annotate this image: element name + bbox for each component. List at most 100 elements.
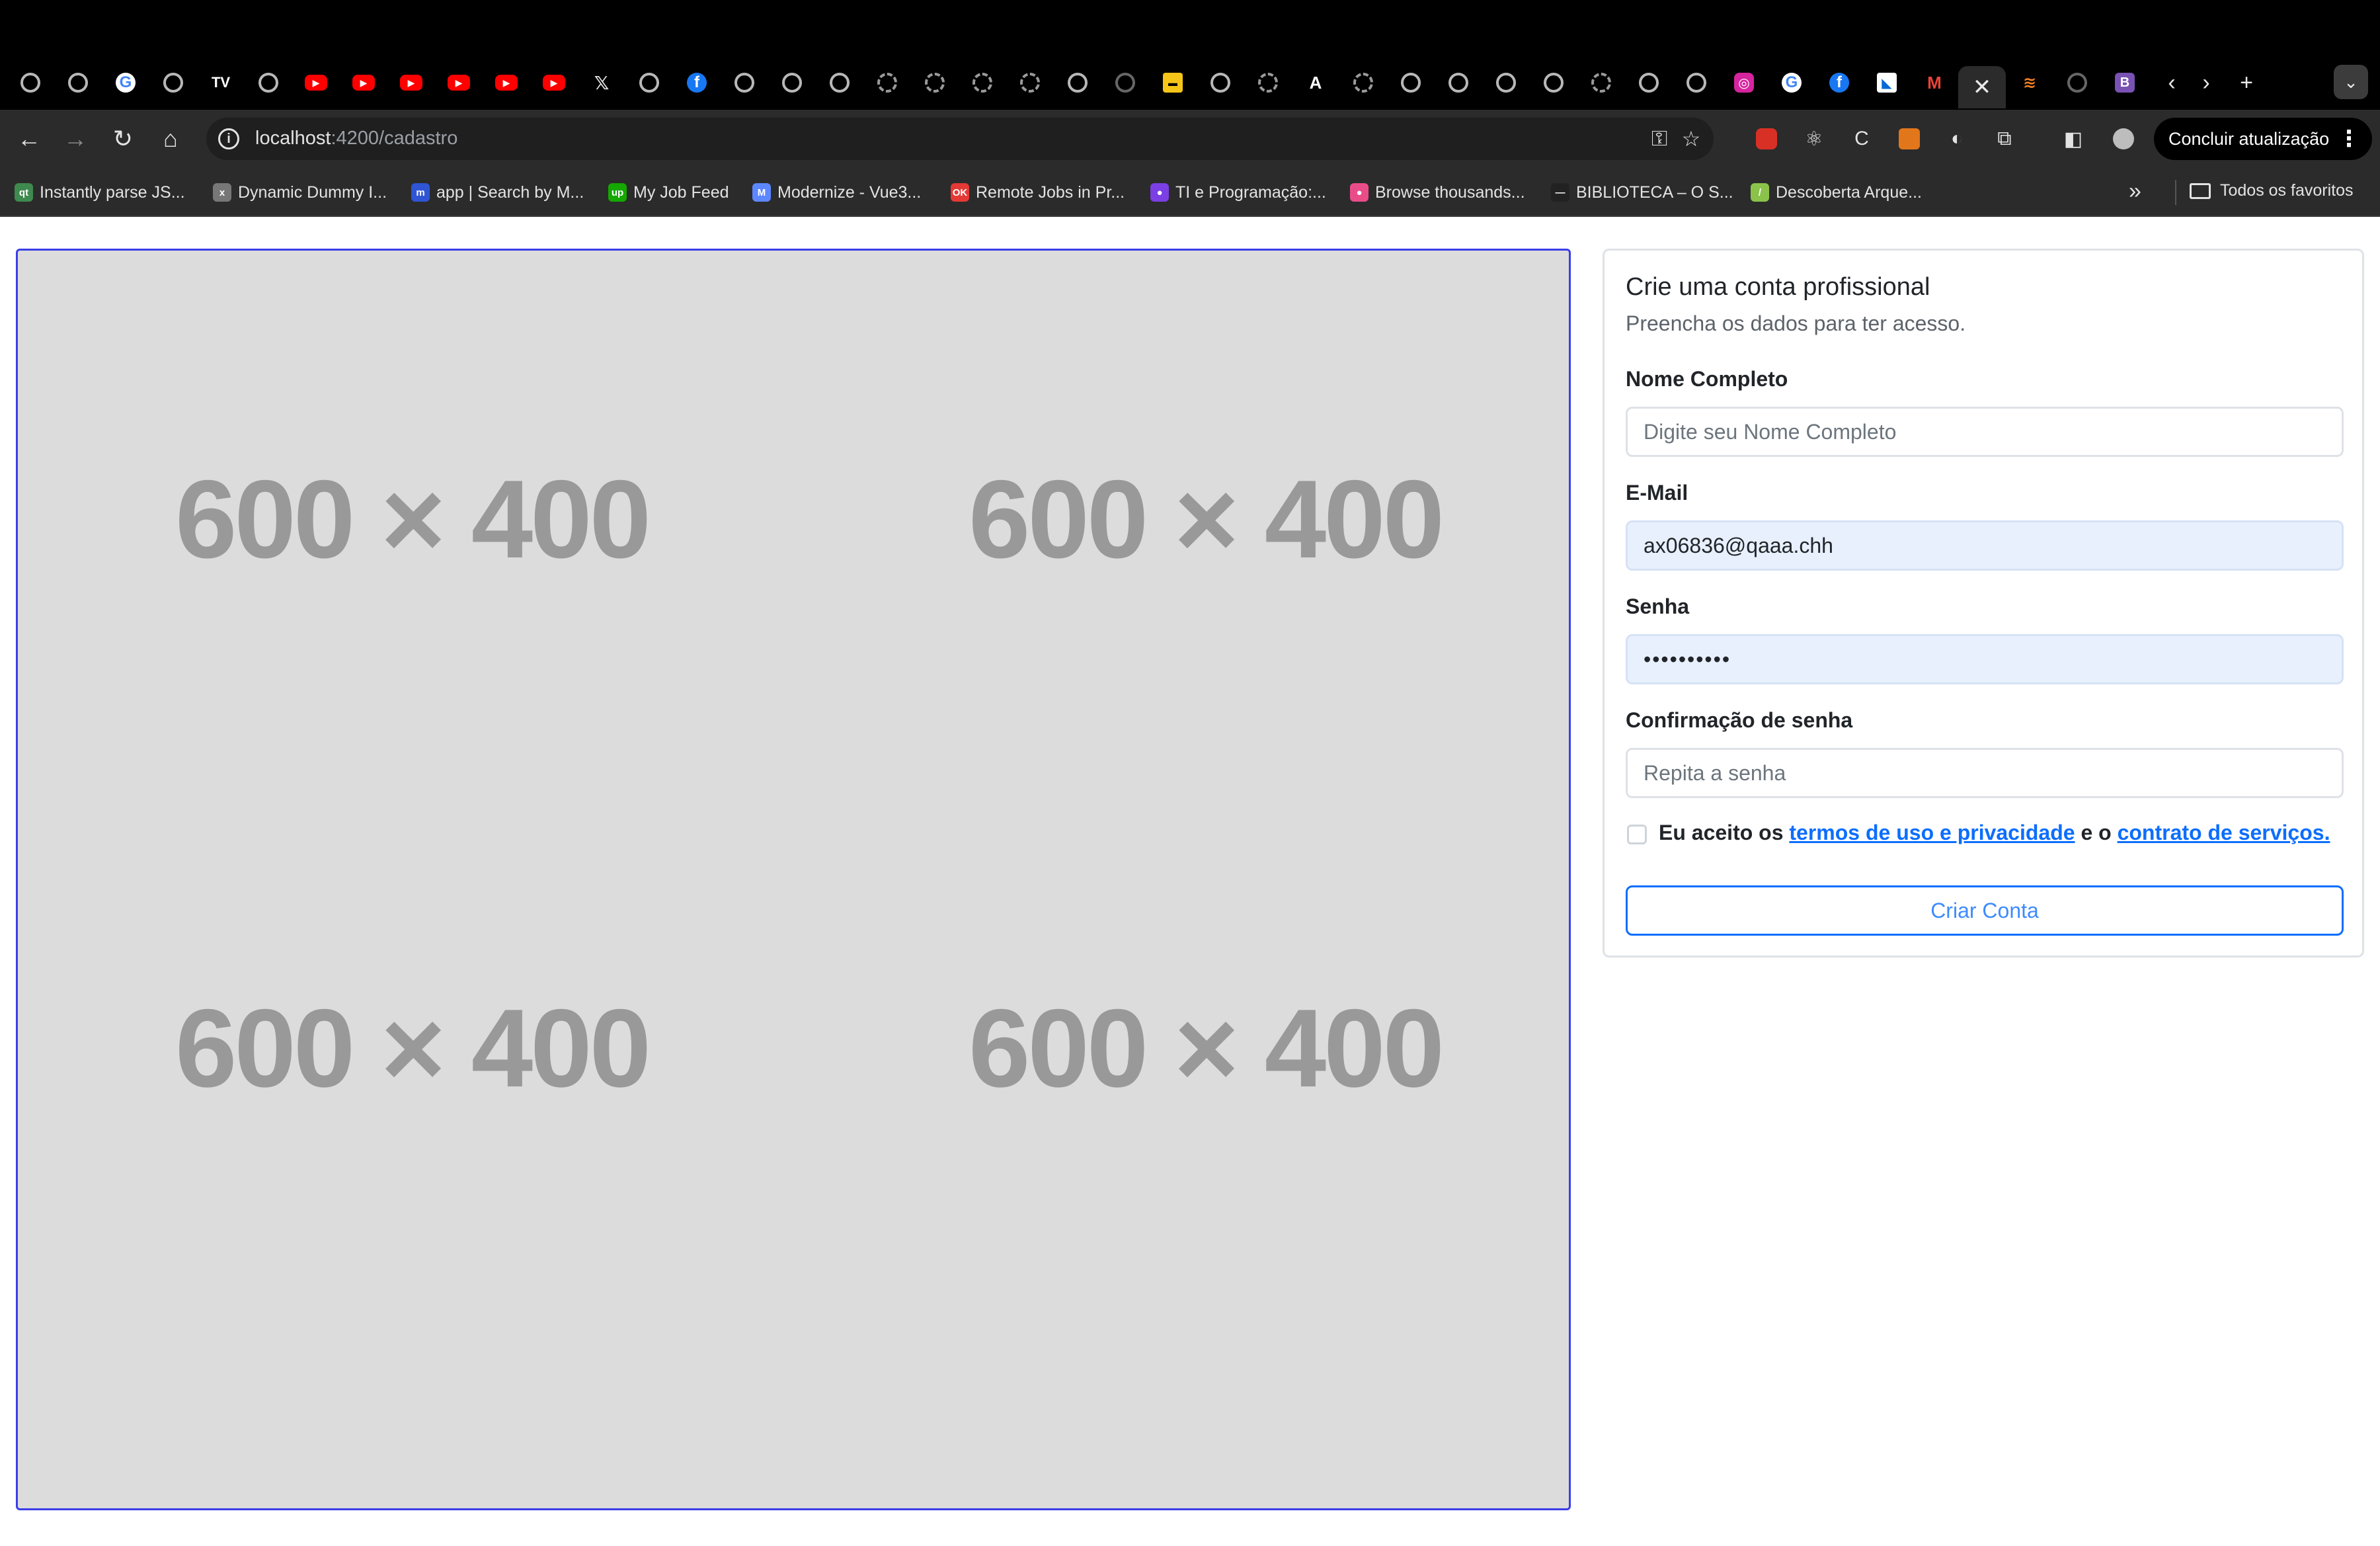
tab[interactable] <box>1482 66 1530 99</box>
tab[interactable] <box>911 66 959 99</box>
tab-scroll-right-icon[interactable]: › <box>2190 66 2223 99</box>
bookmark-favicon-icon: up <box>608 183 627 202</box>
flutter-icon: ◣ <box>1877 73 1897 93</box>
tab[interactable] <box>959 66 1006 99</box>
reload-icon[interactable]: ↻ <box>106 122 140 156</box>
bookmark-favicon-icon: m <box>411 183 430 202</box>
bookmark-item[interactable]: up My Job Feed <box>608 181 729 204</box>
tab[interactable] <box>1387 66 1435 99</box>
tab-search-icon[interactable]: ⌄ <box>2334 65 2368 99</box>
tab[interactable]: A <box>1292 66 1339 99</box>
tab[interactable] <box>1625 66 1673 99</box>
tab[interactable]: ◎ <box>1720 66 1768 99</box>
url-text[interactable]: localhost:4200/cadastro <box>255 128 457 149</box>
extensions-puzzle-icon[interactable]: ⧉ <box>1987 122 2022 156</box>
extension-metamask-icon[interactable] <box>1892 122 1926 156</box>
tab[interactable]: ▶ <box>387 66 435 99</box>
tab[interactable]: B <box>2101 66 2149 99</box>
email-input[interactable] <box>1626 520 2344 571</box>
tab[interactable] <box>721 66 768 99</box>
tab[interactable] <box>625 66 673 99</box>
tab[interactable]: TV <box>197 66 245 99</box>
extension-react-devtools-icon[interactable]: ⚛ <box>1797 122 1831 156</box>
bookmark-item[interactable]: ● TI e Programação:... <box>1150 181 1326 204</box>
tab[interactable] <box>1673 66 1720 99</box>
bookmark-favicon-icon: ● <box>1350 183 1368 202</box>
forward-icon[interactable]: → <box>58 122 93 156</box>
tab[interactable] <box>1577 66 1625 99</box>
tab[interactable]: G <box>1768 66 1815 99</box>
all-bookmarks-button[interactable]: Todos os favoritos <box>2190 181 2354 200</box>
site-info-icon[interactable]: i <box>218 128 239 149</box>
extension-dark-mode-icon[interactable]: ◐ <box>1940 122 1974 156</box>
tab[interactable] <box>7 66 54 99</box>
create-account-button[interactable]: Criar Conta <box>1626 885 2344 936</box>
tab[interactable] <box>54 66 102 99</box>
tab[interactable] <box>2053 66 2101 99</box>
confirm-password-input[interactable] <box>1626 748 2344 798</box>
tab[interactable]: ≋ <box>2006 66 2053 99</box>
bootstrap-icon: B <box>2115 73 2135 93</box>
extension-adblock-icon[interactable] <box>1749 122 1784 156</box>
back-icon[interactable]: ← <box>12 122 46 156</box>
bookmark-favicon-icon: qt <box>15 183 33 202</box>
tab[interactable] <box>1339 66 1387 99</box>
bookmark-item[interactable]: — BIBLIOTECA – O S... <box>1551 181 1733 204</box>
tab[interactable]: ▶ <box>483 66 530 99</box>
bookmark-item[interactable]: qt Instantly parse JS... <box>15 181 185 204</box>
tab[interactable]: G <box>102 66 149 99</box>
contract-link[interactable]: contrato de serviços. <box>2118 821 2330 844</box>
tab[interactable] <box>1530 66 1577 99</box>
tab[interactable]: f <box>1815 66 1863 99</box>
bookmark-label: BIBLIOTECA – O S... <box>1576 183 1733 202</box>
home-icon[interactable]: ⌂ <box>153 122 188 156</box>
new-tab-button[interactable]: + <box>2228 66 2265 99</box>
password-key-icon[interactable]: ⚿ <box>1646 126 1673 152</box>
tab[interactable] <box>149 66 197 99</box>
tab[interactable] <box>768 66 816 99</box>
tab[interactable] <box>1054 66 1101 99</box>
tab[interactable] <box>245 66 292 99</box>
terms-link[interactable]: termos de uso e privacidade <box>1789 821 2075 844</box>
tab[interactable]: f <box>673 66 721 99</box>
side-panel-icon[interactable]: ◧ <box>2056 122 2090 156</box>
tab[interactable] <box>1197 66 1244 99</box>
terms-checkbox[interactable] <box>1627 825 1647 844</box>
tab[interactable] <box>1006 66 1054 99</box>
menu-kebab-icon[interactable]: ⋮ <box>2338 126 2360 152</box>
profile-avatar-icon[interactable] <box>2106 122 2141 156</box>
tab[interactable]: ▶ <box>530 66 578 99</box>
tab[interactable] <box>863 66 911 99</box>
tab[interactable] <box>816 66 863 99</box>
image-carousel[interactable]: 600 × 400 600 × 400 600 × 400 600 × 400 <box>16 249 1571 1510</box>
tab[interactable] <box>1244 66 1292 99</box>
bookmark-star-icon[interactable]: ☆ <box>1678 126 1704 152</box>
tab[interactable]: 𝕏 <box>578 66 625 99</box>
password-input[interactable] <box>1626 634 2344 684</box>
ring-icon <box>1686 73 1706 93</box>
tab[interactable]: ▶ <box>292 66 340 99</box>
tab-scroll-left-icon[interactable]: ‹ <box>2155 66 2188 99</box>
extension-c-icon[interactable]: C <box>1844 122 1879 156</box>
bookmark-item[interactable]: m app | Search by M... <box>411 181 584 204</box>
address-bar[interactable]: i localhost:4200/cadastro ⚿ ☆ <box>206 118 1714 160</box>
more-bookmarks-icon[interactable]: » <box>2129 179 2141 204</box>
name-input[interactable] <box>1626 407 2344 457</box>
facebook-icon: f <box>687 73 707 93</box>
ring-icon <box>639 73 659 93</box>
active-tab-close-icon[interactable]: ✕ <box>1958 66 2006 108</box>
tab[interactable]: ▶ <box>340 66 387 99</box>
update-button[interactable]: Concluir atualização ⋮ <box>2154 118 2372 160</box>
bookmark-item[interactable]: OK Remote Jobs in Pr... <box>951 181 1125 204</box>
tab[interactable]: ▶ <box>435 66 483 99</box>
bookmark-item[interactable]: x Dynamic Dummy I... <box>213 181 387 204</box>
bookmark-item[interactable]: ● Browse thousands... <box>1350 181 1525 204</box>
tab[interactable]: M <box>1911 66 1958 99</box>
tab[interactable] <box>1435 66 1482 99</box>
bookmark-item[interactable]: / Descoberta Arque... <box>1751 181 1922 204</box>
tab[interactable]: ▬ <box>1149 66 1197 99</box>
tab[interactable]: ◣ <box>1863 66 1911 99</box>
image-placeholder: 600 × 400 <box>175 457 651 581</box>
bookmark-item[interactable]: M Modernize - Vue3... <box>752 181 921 204</box>
tab[interactable] <box>1101 66 1149 99</box>
